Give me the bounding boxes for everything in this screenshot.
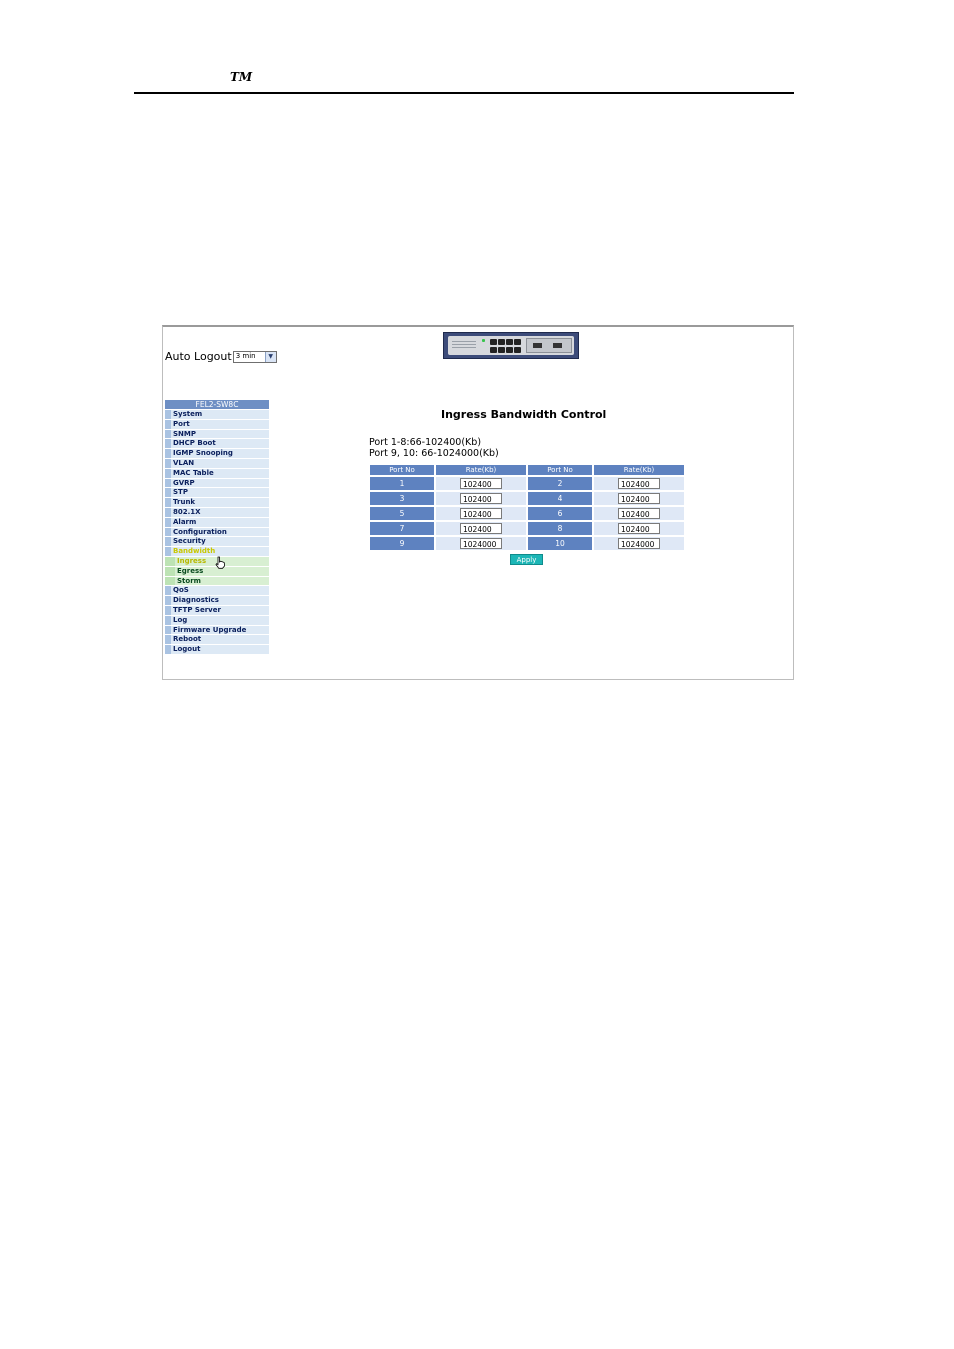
table-header-row: Port No Rate(Kb) Port No Rate(Kb) [370, 465, 684, 475]
trademark-mark: TM [230, 70, 253, 84]
sidebar-item-igmp-snooping[interactable]: IGMP Snooping [165, 449, 269, 458]
rate-input[interactable]: 102400 [618, 523, 660, 534]
port-range-info: Port 9, 10: 66-1024000(Kb) [369, 448, 499, 459]
sidebar-item-logout[interactable]: Logout [165, 645, 269, 654]
column-header: Port No [370, 465, 434, 475]
sidebar-item-firmware-upgrade[interactable]: Firmware Upgrade [165, 625, 269, 635]
switch-device-image [443, 332, 579, 359]
auto-logout-value: 3 min [235, 352, 256, 360]
rate-cell: 1024000 [436, 537, 526, 550]
rj45-port-icon [490, 347, 497, 353]
document-header: TM [134, 70, 794, 94]
sidebar-item-diagnostics[interactable]: Diagnostics [165, 596, 269, 605]
sidebar-item-reboot[interactable]: Reboot [165, 635, 269, 645]
port-number: 9 [370, 537, 434, 550]
port-number: 6 [528, 507, 592, 520]
sidebar-item-gvrp[interactable]: GVRP [165, 478, 269, 488]
sidebar-item-alarm[interactable]: Alarm [165, 517, 269, 527]
rate-input[interactable]: 102400 [618, 493, 660, 504]
auto-logout: Auto Logout 3 min ▼ [165, 350, 277, 363]
sidebar-item-system[interactable]: System [165, 410, 269, 419]
sidebar-item-trunk[interactable]: Trunk [165, 498, 269, 507]
rj45-port-icon [514, 339, 521, 345]
rate-cell: 102400 [594, 477, 684, 490]
sidebar-item-stp[interactable]: STP [165, 488, 269, 498]
sidebar-item-mac-table[interactable]: MAC Table [165, 468, 269, 478]
chevron-down-icon[interactable]: ▼ [264, 351, 276, 362]
fiber-port-icon [553, 343, 562, 348]
sidebar-item-vlan[interactable]: VLAN [165, 458, 269, 468]
rate-input[interactable]: 1024000 [618, 538, 660, 549]
port-number: 1 [370, 477, 434, 490]
column-header: Port No [528, 465, 592, 475]
rate-input[interactable]: 102400 [460, 478, 502, 489]
rj45-port-icon [506, 347, 513, 353]
sidebar-item-tftp-server[interactable]: TFTP Server [165, 605, 269, 615]
table-row: 7 102400 8 102400 [370, 522, 684, 535]
table-row: 3 102400 4 102400 [370, 492, 684, 505]
auto-logout-label: Auto Logout [165, 350, 232, 363]
rj45-port-icon [514, 347, 521, 353]
fiber-port-area [526, 338, 572, 353]
column-header: Rate(Kb) [594, 465, 684, 475]
rate-input[interactable]: 102400 [460, 523, 502, 534]
port-range-info: Port 1-8:66-102400(Kb) [369, 437, 482, 448]
port-number: 8 [528, 522, 592, 535]
ingress-rate-table: Port No Rate(Kb) Port No Rate(Kb) 1 1024… [368, 463, 686, 552]
rate-cell: 102400 [436, 522, 526, 535]
port-number: 10 [528, 537, 592, 550]
sidebar-item-log[interactable]: Log [165, 615, 269, 625]
sidebar-item-bandwidth[interactable]: Bandwidth [165, 547, 269, 556]
table-row: 9 1024000 10 1024000 [370, 537, 684, 550]
sidebar-item-security[interactable]: Security [165, 537, 269, 547]
sidebar-menu: FEL2-SW8C System Port SNMP DHCP Boot IGM… [165, 400, 269, 655]
table-row: 5 102400 6 102400 [370, 507, 684, 520]
switch-front-panel [448, 336, 574, 355]
rate-cell: 102400 [594, 507, 684, 520]
port-number: 5 [370, 507, 434, 520]
sidebar-item-snmp[interactable]: SNMP [165, 429, 269, 439]
rate-input[interactable]: 102400 [618, 508, 660, 519]
rate-input[interactable]: 102400 [460, 493, 502, 504]
table-row: 1 102400 2 102400 [370, 477, 684, 490]
port-number: 2 [528, 477, 592, 490]
sidebar-item-port[interactable]: Port [165, 419, 269, 429]
page-title: Ingress Bandwidth Control [441, 408, 607, 421]
rate-cell: 102400 [594, 492, 684, 505]
rate-cell: 102400 [594, 522, 684, 535]
rate-cell: 102400 [436, 507, 526, 520]
apply-button[interactable]: Apply [510, 554, 543, 565]
fiber-port-icon [533, 343, 542, 348]
rj45-port-icon [498, 339, 505, 345]
sidebar-item-qos[interactable]: QoS [165, 586, 269, 596]
menu-title: FEL2-SW8C [165, 400, 269, 409]
auto-logout-select[interactable]: 3 min ▼ [232, 350, 277, 363]
sidebar-item-8021x[interactable]: 802.1X [165, 507, 269, 517]
port-number: 7 [370, 522, 434, 535]
rj45-port-icon [498, 347, 505, 353]
sidebar-item-dhcp-boot[interactable]: DHCP Boot [165, 439, 269, 449]
sidebar-item-configuration[interactable]: Configuration [165, 527, 269, 537]
header-rule [134, 92, 794, 94]
port-number: 4 [528, 492, 592, 505]
port-number: 3 [370, 492, 434, 505]
column-header: Rate(Kb) [436, 465, 526, 475]
sidebar-subitem-storm[interactable]: Storm [165, 576, 269, 586]
rj45-port-icon [490, 339, 497, 345]
rate-input[interactable]: 102400 [460, 508, 502, 519]
web-ui-screenshot: Auto Logout 3 min ▼ FEL2-SW8C System Por… [162, 325, 794, 680]
rate-input[interactable]: 102400 [618, 478, 660, 489]
status-led [482, 339, 485, 342]
rj45-port-icon [506, 339, 513, 345]
rate-cell: 1024000 [594, 537, 684, 550]
rate-cell: 102400 [436, 477, 526, 490]
rate-input[interactable]: 1024000 [460, 538, 502, 549]
device-label-lines [452, 341, 476, 350]
rate-cell: 102400 [436, 492, 526, 505]
hand-pointer-icon [215, 556, 226, 572]
